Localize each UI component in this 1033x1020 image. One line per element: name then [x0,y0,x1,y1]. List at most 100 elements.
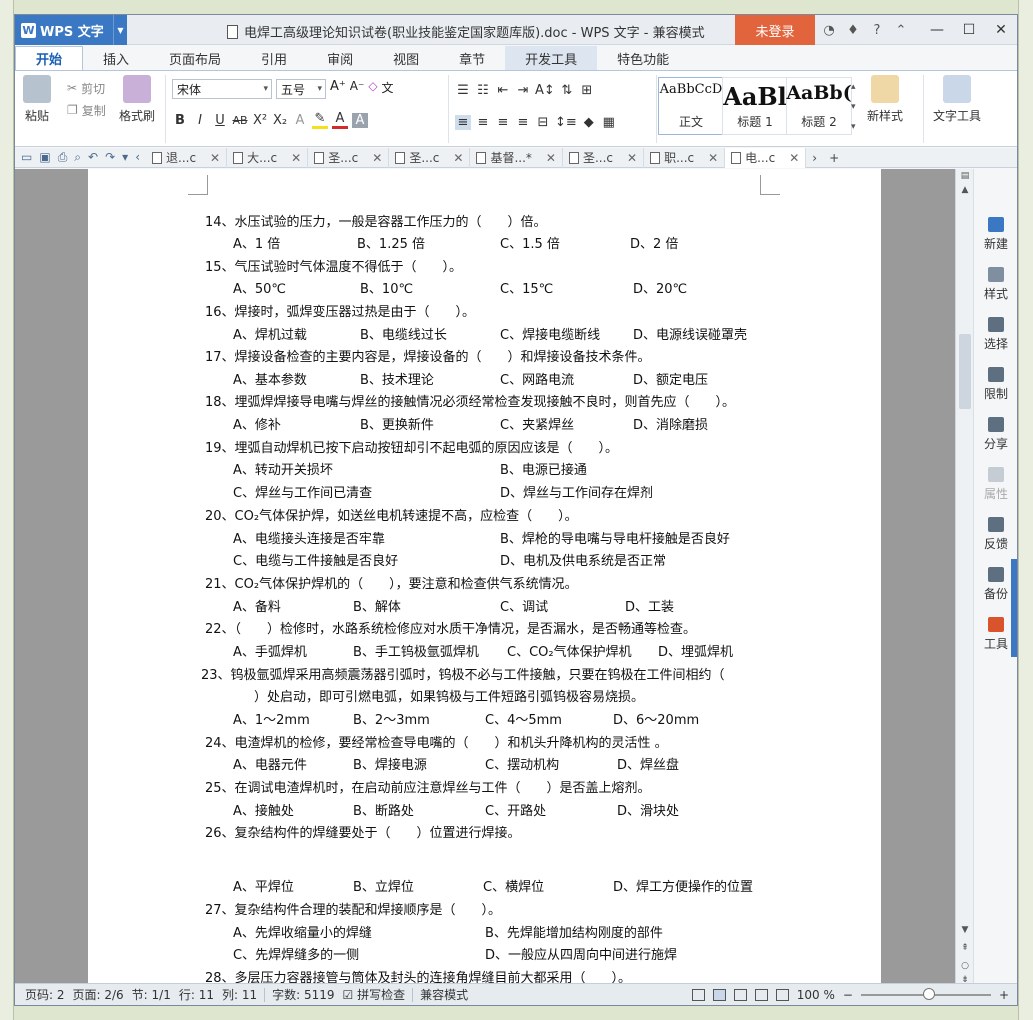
maximize-icon[interactable]: ☐ [953,15,985,45]
doc-tab[interactable]: 圣...c ✕ [563,147,645,168]
style-heading-2[interactable]: AaBb( 标题 2 [786,77,852,135]
side-styles[interactable]: 样式 [974,267,1017,302]
print-icon[interactable]: ⎙ [58,150,68,165]
font-color-icon[interactable]: A [332,111,348,129]
login-button[interactable]: 未登录 [735,15,815,45]
close-icon[interactable]: ✕ [291,151,301,165]
decrease-indent-icon[interactable]: ⇤ [495,83,511,98]
tabs-prev-icon[interactable]: ‹ [135,150,140,165]
reading-view-icon[interactable] [775,989,789,1001]
scroll-up-icon[interactable]: ▲ [956,185,974,195]
close-icon[interactable]: ✕ [627,151,637,165]
superscript-icon[interactable]: X² [252,113,268,128]
distribute-icon[interactable]: ⊟ [535,115,551,130]
side-share[interactable]: 分享 [974,417,1017,452]
doc-tab[interactable]: 圣...c ✕ [308,147,390,168]
close-icon[interactable]: ✕ [546,151,556,165]
text-effect-icon[interactable]: A [292,113,308,128]
vertical-scrollbar[interactable]: ▤ ▲ ▼ ⇞ ○ ⇟ [955,169,974,985]
borders-icon[interactable]: ▦ [601,115,617,130]
web-view-icon[interactable] [754,989,768,1001]
italic-icon[interactable]: I [192,113,208,128]
text-tools-button[interactable]: 文字工具 [933,75,981,124]
outline-view-icon[interactable] [733,989,747,1001]
tabs-next-icon[interactable]: › [812,151,817,165]
font-name-select[interactable]: 宋体 [172,79,272,99]
highlight-icon[interactable]: ✎ [312,111,328,129]
status-page-code[interactable]: 页码: 2 [21,986,69,1003]
chevron-down-icon[interactable]: ▼ [113,15,127,45]
scroll-thumb[interactable] [959,334,971,409]
tab-home[interactable]: 开始 [15,46,84,70]
shrink-font-icon[interactable]: A⁻ [350,79,365,99]
open-icon[interactable]: ▭ [21,150,32,165]
numbering-icon[interactable]: ☷ [475,83,491,98]
doc-tab[interactable]: 退...c ✕ [146,147,228,168]
table-border-icon[interactable]: ⊞ [579,83,595,98]
zoom-in-icon[interactable]: + [999,988,1009,1002]
subscript-icon[interactable]: X₂ [272,113,288,128]
bullets-icon[interactable]: ☰ [455,83,471,98]
close-icon[interactable]: ✕ [453,151,463,165]
help-icon[interactable]: ? [869,23,885,38]
tab-view[interactable]: 视图 [373,46,439,70]
collapse-ribbon-icon[interactable]: ⌃ [893,23,909,38]
spellcheck-toggle[interactable]: ☑ 拼写检查 [339,986,410,1003]
increase-indent-icon[interactable]: ⇥ [515,83,531,98]
style-heading-1[interactable]: AaBl 标题 1 [722,77,788,135]
zoom-slider-knob[interactable] [922,988,935,1000]
style-normal[interactable]: AaBbCcD 正文 [658,77,724,135]
paste-button[interactable]: 粘贴 [23,75,51,124]
split-icon[interactable]: ▤ [956,171,974,181]
format-painter-button[interactable]: 格式刷 [119,75,155,124]
close-icon[interactable]: ✕ [210,151,220,165]
select-browse-icon[interactable]: ○ [956,961,974,971]
side-feedback[interactable]: 反馈 [974,517,1017,552]
shirt-icon[interactable]: ♦ [845,23,861,38]
tab-special[interactable]: 特色功能 [597,46,689,70]
chevron-down-icon[interactable]: ▾ [122,150,128,165]
doc-tab[interactable]: 大...c ✕ [227,147,309,168]
close-icon[interactable]: ✕ [708,151,718,165]
doc-tab[interactable]: 基督...* ✕ [470,147,563,168]
grow-font-icon[interactable]: A⁺ [330,79,346,99]
tab-references[interactable]: 引用 [241,46,307,70]
app-menu-button[interactable]: W WPS 文字 ▼ [15,15,127,45]
new-tab-icon[interactable]: + [829,151,839,165]
save-icon[interactable]: ▣ [39,150,50,165]
status-word-count[interactable]: 字数: 5119 [268,986,338,1003]
justify-icon[interactable]: ≡ [515,115,531,130]
sort-icon[interactable]: ⇅ [559,83,575,98]
clear-format-icon[interactable]: ◇ [368,79,377,99]
zoom-out-icon[interactable]: − [843,988,853,1002]
tab-section[interactable]: 章节 [439,46,505,70]
tab-insert[interactable]: 插入 [83,46,149,70]
side-new[interactable]: 新建 [974,217,1017,252]
char-shading-icon[interactable]: A [352,112,368,128]
full-screen-view-icon[interactable] [691,989,705,1001]
doc-tab-active[interactable]: 电...c ✕ [725,147,807,168]
preview-icon[interactable]: ⌕ [74,150,81,165]
align-center-icon[interactable]: ≡ [475,115,491,130]
align-left-icon[interactable]: ≡ [455,114,471,130]
zoom-slider[interactable] [860,988,991,1000]
page-view-icon[interactable] [712,989,726,1001]
side-restrict[interactable]: 限制 [974,367,1017,402]
skin-icon[interactable]: ◔ [821,23,837,38]
line-spacing-icon[interactable]: ↕≡ [555,115,577,130]
undo-icon[interactable]: ↶ [88,150,98,165]
doc-tab[interactable]: 职...c ✕ [644,147,726,168]
zoom-level[interactable]: 100 % [797,988,835,1002]
styles-scroll[interactable]: ▴ ▾ ▾ [851,77,856,137]
tab-developer[interactable]: 开发工具 [505,46,598,70]
strikethrough-icon[interactable]: AB [232,114,248,127]
document-page[interactable]: 14、水压试验的压力，一般是容器工作压力的（ ）倍。 A、1 倍 B、1.25 … [88,169,881,983]
shading-icon[interactable]: ◆ [581,115,597,130]
scroll-down-icon[interactable]: ▼ [956,925,974,935]
minimize-icon[interactable]: — [921,15,953,45]
new-style-button[interactable]: 新样式 [867,75,903,124]
doc-tab[interactable]: 圣...c ✕ [389,147,471,168]
tab-review[interactable]: 审阅 [307,46,373,70]
text-direction-icon[interactable]: A↕ [535,83,555,98]
side-select[interactable]: 选择 [974,317,1017,352]
